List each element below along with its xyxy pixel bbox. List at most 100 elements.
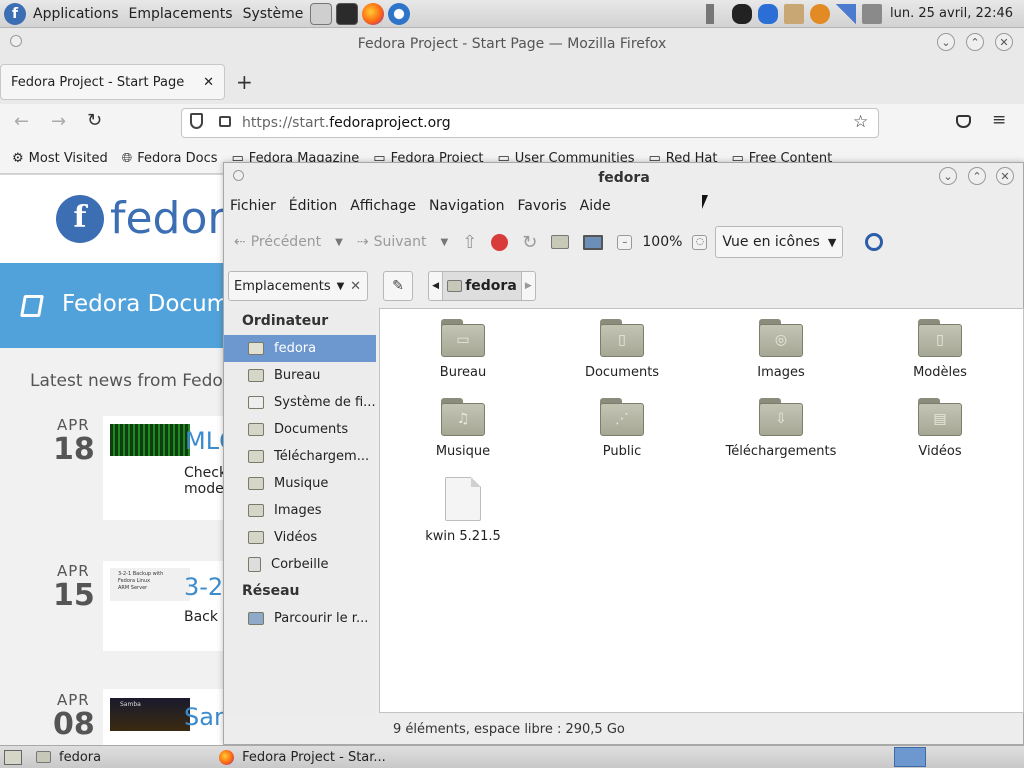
workspace-switcher[interactable] [894,747,926,767]
computer-icon[interactable] [583,234,604,250]
forward-button[interactable]: ⇢ Suivant ▼ [357,234,448,250]
news-thumbnail[interactable] [110,424,190,456]
menu-systeme[interactable]: Système [238,6,309,22]
sidebar-item-trash[interactable]: Corbeille [224,551,376,578]
sidebar-mode-select[interactable]: Emplacements ▼ ✕ [228,271,368,301]
show-desktop-icon[interactable] [4,749,22,765]
back-button[interactable]: ⇠ Précédent ▼ [234,234,343,250]
lock-icon[interactable] [219,116,231,127]
news-thumbnail[interactable]: Samba [110,698,190,731]
location-bar: Emplacements ▼ ✕ ✎ ◀ fedora ▶ [224,267,1024,303]
sidebar-item-bureau[interactable]: Bureau [224,362,376,389]
fedora-logo-icon[interactable]: f [56,195,104,243]
caja-maximize-button[interactable]: ⌃ [968,167,986,185]
desktop-folder-icon [248,369,264,382]
url-bar[interactable]: https://start. fedoraproject.org [181,108,879,138]
menu-favoris[interactable]: Favoris [518,198,567,214]
reload-icon[interactable]: ↻ [87,110,102,131]
menu-affichage[interactable]: Affichage [350,198,416,214]
gear-icon: ⚙ [12,151,24,166]
bookmark-most-visited[interactable]: ⚙ Most Visited [12,151,108,166]
firefox-launcher-icon[interactable] [362,2,385,25]
stop-icon[interactable] [491,233,509,251]
zoom-reset-icon[interactable]: ◌ [692,234,708,250]
caja-window-menu-icon[interactable] [233,170,244,181]
edit-location-button[interactable]: ✎ [383,271,413,301]
path-button-fedora[interactable]: fedora [442,272,522,300]
docs-title[interactable]: Fedora Docum [62,291,229,317]
bookmark-fedora-docs[interactable]: 🌐︎ Fedora Docs [122,151,218,166]
volume-icon[interactable] [706,3,726,24]
menu-applications[interactable]: Applications [28,6,124,22]
bluetooth-icon[interactable] [758,3,778,24]
file-item-bureau[interactable]: ▭ Bureau [388,319,538,380]
firefox-minimize-button[interactable]: ⌄ [937,33,955,51]
sidebar-item-documents[interactable]: Documents [224,416,376,443]
reload-icon[interactable]: ↻ [522,232,537,253]
firefox-titlebar[interactable]: Fedora Project - Start Page — Mozilla Fi… [0,28,1024,60]
bluetooth-icon[interactable] [732,3,752,24]
file-item-videos[interactable]: ▤ Vidéos [865,398,1015,459]
menu-fichier[interactable]: Fichier [230,198,276,214]
hamburger-menu-icon[interactable]: ≡ [992,110,1006,130]
sidebar-item-videos[interactable]: Vidéos [224,524,376,551]
path-left-arrow-icon[interactable]: ◀ [429,281,442,291]
menu-edition[interactable]: Édition [289,198,337,214]
menu-aide[interactable]: Aide [580,198,611,214]
menu-navigation[interactable]: Navigation [429,198,505,214]
close-icon[interactable]: ✕ [350,279,361,294]
sidebar-item-filesystem[interactable]: Système de fi... [224,389,376,416]
firefox-window-menu-icon[interactable] [10,35,22,47]
task-fedora[interactable]: fedora [30,747,107,768]
sidebar-item-fedora[interactable]: fedora [224,335,376,362]
file-manager-titlebar[interactable]: fedora [224,163,1024,193]
bookmark-star-icon[interactable]: ☆ [853,112,868,132]
sidebar-item-images[interactable]: Images [224,497,376,524]
file-icon-view[interactable]: ▭ Bureau ▯ Documents ◎ Images ▯ Modèles … [379,308,1024,713]
file-item-documents[interactable]: ▯ Documents [547,319,697,380]
file-item-telechargements[interactable]: ⇩ Téléchargements [706,398,856,459]
sidebar-item-downloads[interactable]: Téléchargem... [224,443,376,470]
firefox-tab[interactable]: Fedora Project - Start Page ✕ [0,64,225,100]
file-manager-menubar: Fichier Édition Affichage Navigation Fav… [224,193,1024,219]
new-tab-button[interactable]: + [236,70,253,94]
file-item-public[interactable]: ⋰ Public [547,398,697,459]
file-item-kwin[interactable]: kwin 5.21.5 [388,477,538,544]
terminal-launcher-icon[interactable] [336,2,359,25]
search-icon[interactable] [865,233,884,251]
up-arrow-icon[interactable]: ⇧ [462,232,477,253]
sidebar-item-music[interactable]: Musique [224,470,376,497]
thunderbird-launcher-icon[interactable] [388,2,411,25]
battery-icon[interactable] [862,3,882,24]
firefox-close-button[interactable]: ✕ [995,33,1013,51]
file-item-images[interactable]: ◎ Images [706,319,856,380]
path-right-arrow-icon[interactable]: ▶ [522,281,535,291]
firefox-maximize-button[interactable]: ⌃ [966,33,984,51]
zoom-out-icon[interactable]: – [617,234,633,250]
view-mode-select[interactable]: Vue en icônes ▼ [715,226,844,258]
caja-close-button[interactable]: ✕ [996,167,1014,185]
network-signal-icon[interactable] [836,3,856,24]
clock[interactable]: lun. 25 avril, 22:46 [885,6,1018,21]
file-item-modeles[interactable]: ▯ Modèles [865,319,1015,380]
clipboard-icon[interactable] [784,3,804,24]
pocket-icon[interactable] [956,115,971,128]
shield-icon[interactable] [190,113,203,129]
home-icon[interactable] [551,235,570,249]
forward-arrow-icon[interactable]: → [51,111,66,132]
fedora-menu-icon[interactable]: f [4,2,26,25]
news-thumbnail[interactable]: 3-2-1 Backup with Fedora Linux ARM Serve… [110,568,190,601]
updates-icon[interactable] [810,3,830,24]
files-launcher-icon[interactable] [310,2,333,25]
sidebar-item-browse-network[interactable]: Parcourir le r... [224,605,376,632]
file-item-musique[interactable]: ♫ Musique [388,398,538,459]
back-arrow-icon[interactable]: ← [14,111,29,132]
zoom-level[interactable]: 100% [642,234,682,250]
caja-minimize-button[interactable]: ⌄ [939,167,957,185]
documents-folder-icon: ▯ [600,319,644,357]
task-firefox[interactable]: Fedora Project - Star... [213,747,392,768]
public-folder-icon: ⋰ [600,398,644,436]
tab-close-icon[interactable]: ✕ [203,75,214,90]
forward-arrow-icon: ⇢ [356,234,369,250]
menu-emplacements[interactable]: Emplacements [124,6,238,22]
